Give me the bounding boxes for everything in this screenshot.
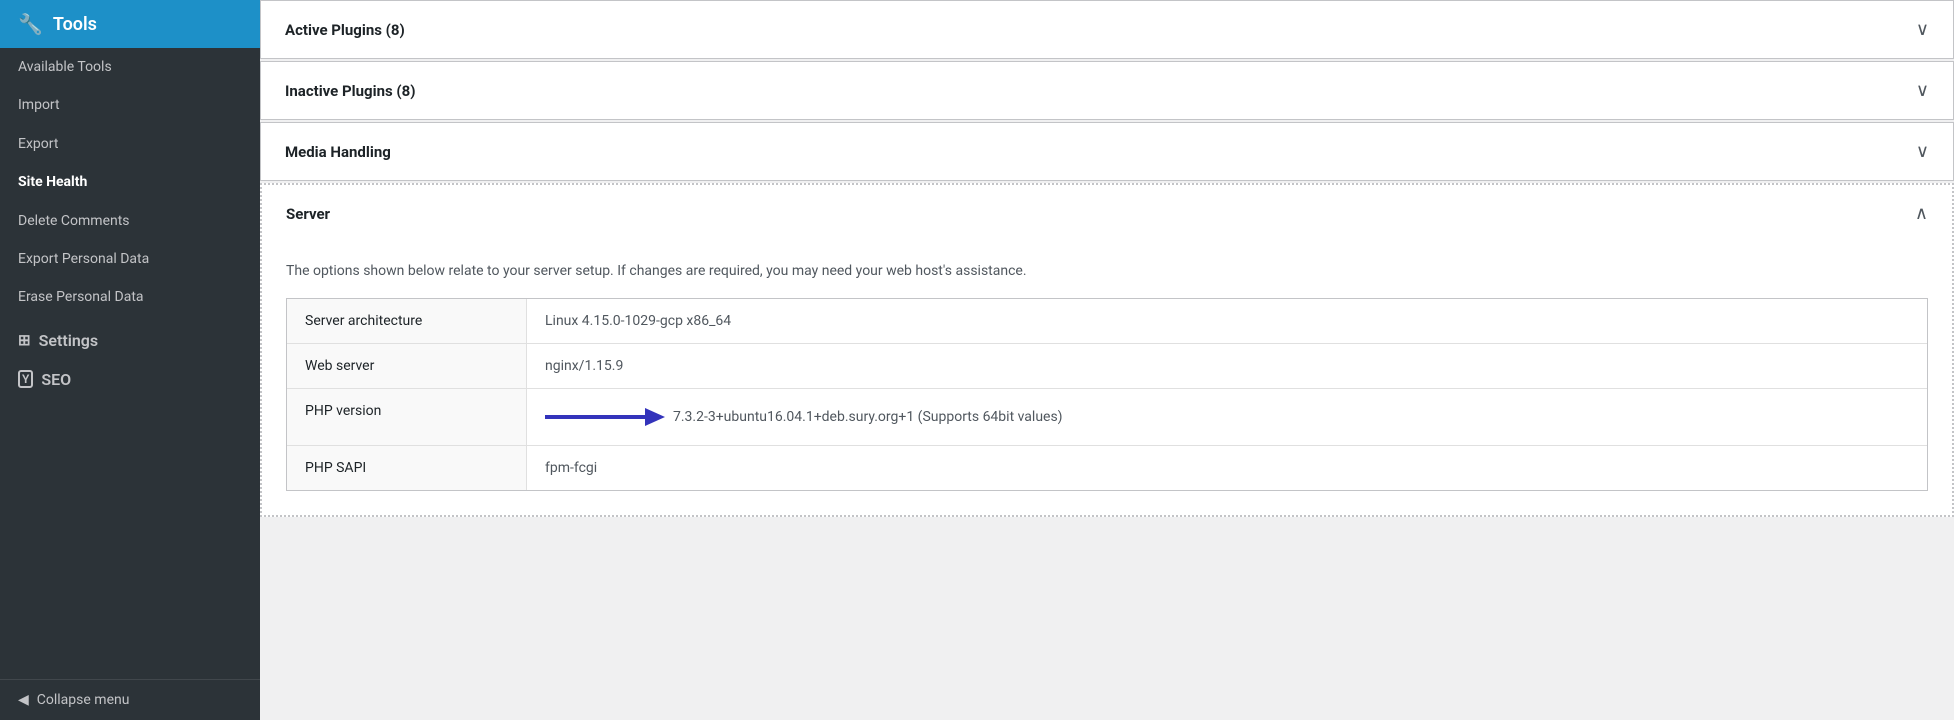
sidebar-item-export[interactable]: Export xyxy=(0,125,260,163)
sidebar-item-import[interactable]: Import xyxy=(0,86,260,124)
table-row: PHP version 7.3.2-3+ubuntu16.04.1+deb.su… xyxy=(287,389,1927,446)
sidebar-item-site-health[interactable]: Site Health xyxy=(0,163,260,201)
sidebar-tools-header[interactable]: 🔧 Tools xyxy=(0,0,260,48)
settings-icon: ⊞ xyxy=(18,331,31,349)
sidebar-header-title: Tools xyxy=(53,14,97,35)
value-php-sapi: fpm-fcgi xyxy=(527,446,1927,490)
value-server-architecture: Linux 4.15.0-1029-gcp x86_64 xyxy=(527,299,1927,343)
server-body: The options shown below relate to your s… xyxy=(262,242,1952,515)
accordion-inactive-plugins-title: Inactive Plugins (8) xyxy=(285,82,416,100)
accordion-inactive-plugins-header[interactable]: Inactive Plugins (8) ∨ xyxy=(261,62,1953,119)
server-description: The options shown below relate to your s… xyxy=(286,260,1928,282)
collapse-icon: ◀ xyxy=(18,692,29,708)
collapse-label: Collapse menu xyxy=(37,692,130,708)
chevron-down-icon: ∨ xyxy=(1916,80,1929,101)
php-arrow-annotation: 7.3.2-3+ubuntu16.04.1+deb.sury.org+1 (Su… xyxy=(545,403,1063,431)
sidebar-item-erase-personal-data[interactable]: Erase Personal Data xyxy=(0,278,260,316)
sidebar: 🔧 Tools Available Tools Import Export Si… xyxy=(0,0,260,720)
accordion-media-handling-header[interactable]: Media Handling ∨ xyxy=(261,123,1953,180)
accordion-server-header[interactable]: Server ∧ xyxy=(262,185,1952,242)
chevron-down-icon: ∨ xyxy=(1916,19,1929,40)
blue-arrow-icon xyxy=(545,403,665,431)
sidebar-section-settings[interactable]: ⊞ Settings xyxy=(0,317,260,356)
accordion-active-plugins-header[interactable]: Active Plugins (8) ∨ xyxy=(261,1,1953,58)
chevron-up-icon: ∧ xyxy=(1915,203,1928,224)
main-content: Active Plugins (8) ∨ Inactive Plugins (8… xyxy=(260,0,1954,720)
label-web-server: Web server xyxy=(287,344,527,388)
label-php-sapi: PHP SAPI xyxy=(287,446,527,490)
settings-label: Settings xyxy=(39,331,99,350)
chevron-down-icon: ∨ xyxy=(1916,141,1929,162)
accordion-server: Server ∧ The options shown below relate … xyxy=(260,183,1954,517)
sidebar-collapse-button[interactable]: ◀ Collapse menu xyxy=(0,679,260,720)
accordion-media-handling-title: Media Handling xyxy=(285,143,391,161)
accordion-active-plugins-title: Active Plugins (8) xyxy=(285,21,405,39)
table-row: PHP SAPI fpm-fcgi xyxy=(287,446,1927,490)
server-info-table: Server architecture Linux 4.15.0-1029-gc… xyxy=(286,298,1928,491)
label-server-architecture: Server architecture xyxy=(287,299,527,343)
accordion-inactive-plugins: Inactive Plugins (8) ∨ xyxy=(260,61,1954,120)
value-php-version: 7.3.2-3+ubuntu16.04.1+deb.sury.org+1 (Su… xyxy=(527,389,1927,445)
value-web-server: nginx/1.15.9 xyxy=(527,344,1927,388)
seo-label: SEO xyxy=(41,370,71,389)
sidebar-item-available-tools[interactable]: Available Tools xyxy=(0,48,260,86)
wrench-icon: 🔧 xyxy=(18,12,43,36)
sidebar-item-delete-comments[interactable]: Delete Comments xyxy=(0,202,260,240)
table-row: Server architecture Linux 4.15.0-1029-gc… xyxy=(287,299,1927,344)
sidebar-nav: Available Tools Import Export Site Healt… xyxy=(0,48,260,720)
accordion-media-handling: Media Handling ∨ xyxy=(260,122,1954,181)
seo-icon: Y xyxy=(18,370,33,388)
label-php-version: PHP version xyxy=(287,389,527,445)
sidebar-item-export-personal-data[interactable]: Export Personal Data xyxy=(0,240,260,278)
sidebar-section-seo[interactable]: Y SEO xyxy=(0,356,260,395)
accordion-active-plugins: Active Plugins (8) ∨ xyxy=(260,0,1954,59)
table-row: Web server nginx/1.15.9 xyxy=(287,344,1927,389)
accordion-server-title: Server xyxy=(286,205,330,223)
sidebar-divider xyxy=(0,395,260,679)
